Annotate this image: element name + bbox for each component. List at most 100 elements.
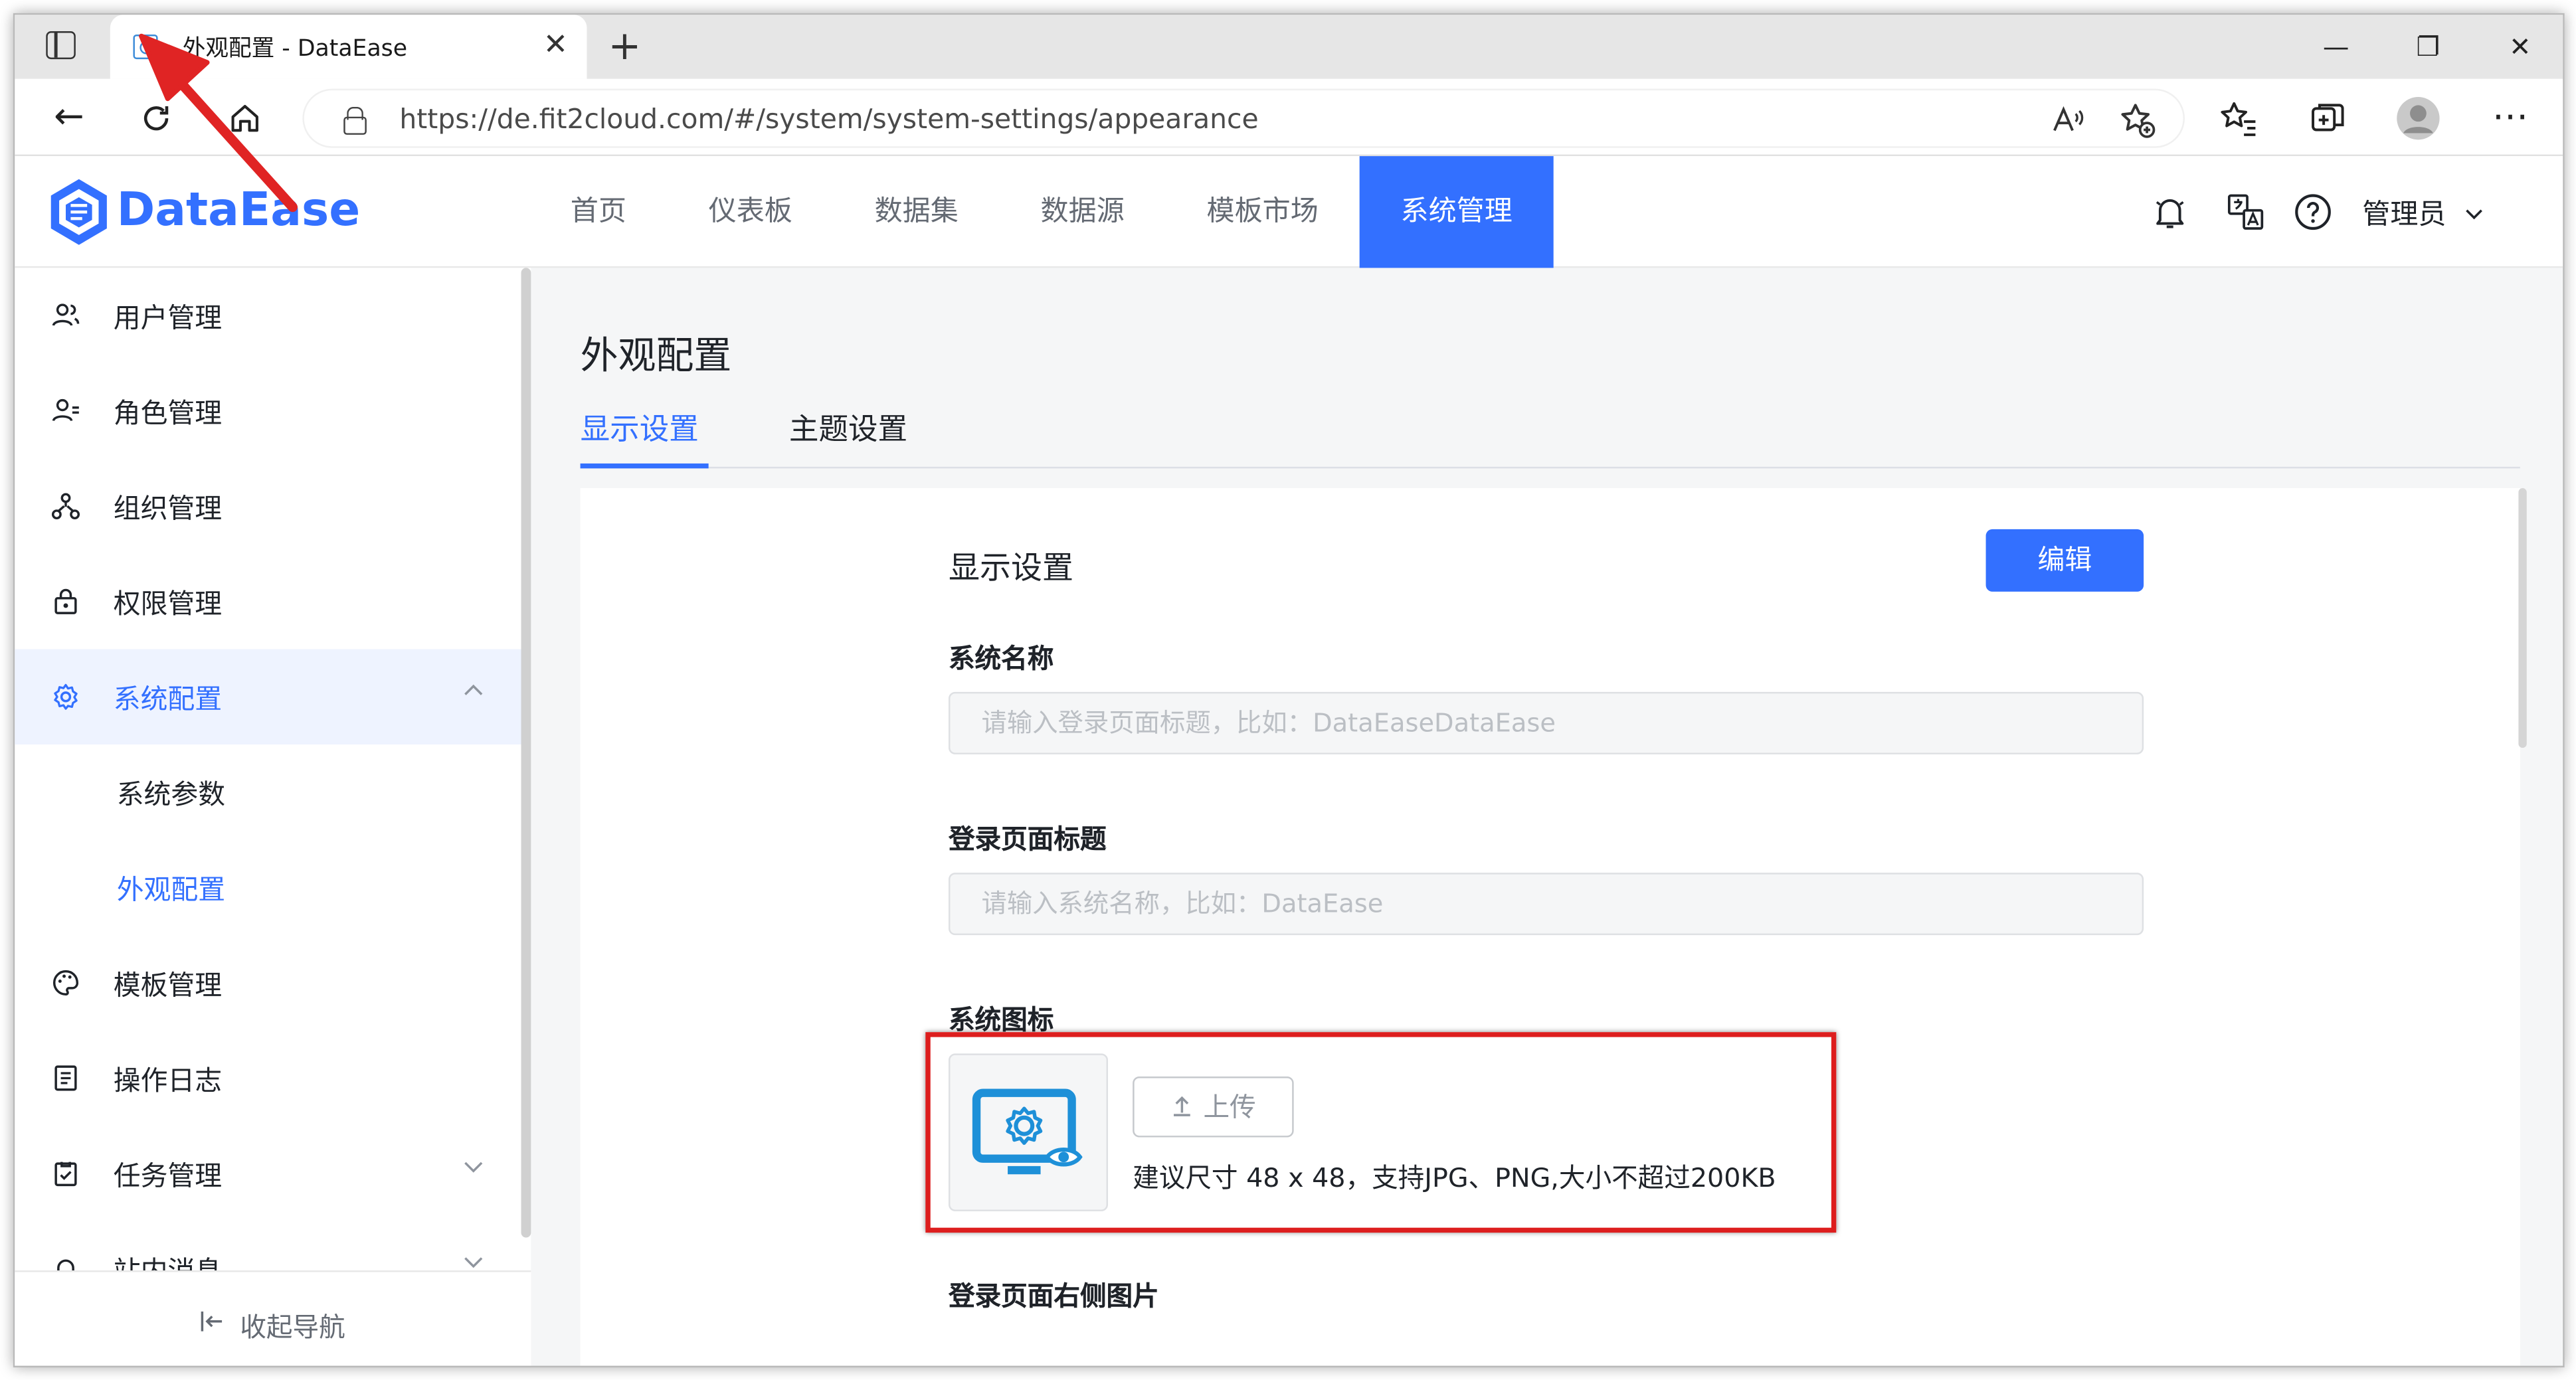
logo-text: DataEase [116, 182, 361, 237]
address-bar[interactable]: https://de.fit2cloud.com/#/system/system… [302, 88, 2185, 148]
sidebar-item-templates[interactable]: 模板管理 [15, 935, 521, 1031]
sidebar-item-label: 模板管理 [113, 970, 223, 1001]
log-icon [54, 1065, 77, 1091]
nav-dashboard[interactable]: 仪表板 [668, 156, 834, 268]
edit-button[interactable]: 编辑 [1985, 529, 2144, 592]
home-button[interactable] [219, 92, 271, 145]
task-icon [54, 1162, 77, 1187]
sidebar-item-permissions[interactable]: 权限管理 [15, 554, 521, 649]
system-icon-label: 系统图标 [948, 1004, 1054, 1036]
content-scrollbar[interactable] [2518, 488, 2527, 748]
login-image-label: 登录页面右侧图片 [948, 1280, 1159, 1312]
translate-icon[interactable] [2226, 193, 2265, 232]
sidebar-item-roles[interactable]: 角色管理 [15, 363, 521, 459]
main-content: 外观配置 显示设置 主题设置 显示设置 编辑 系统名称 登录页面标题 [544, 268, 2563, 1366]
sidebar-item-messages[interactable]: 站内消息 [15, 1221, 521, 1271]
chevron-down-icon [2466, 209, 2483, 220]
collections-icon [2312, 104, 2344, 131]
bell-icon [57, 1259, 74, 1271]
role-icon [52, 398, 79, 422]
sidebar-item-logs[interactable]: 操作日志 [15, 1031, 521, 1126]
nav-template-market[interactable]: 模板市场 [1166, 156, 1360, 268]
logo-hexagon-icon [50, 179, 107, 245]
browser-titlebar: 外观配置 - DataEase ✕ + — ❐ ✕ [15, 15, 2563, 79]
sidebar-item-label: 角色管理 [113, 397, 223, 429]
collections-button[interactable] [2302, 92, 2354, 145]
system-name-label: 系统名称 [948, 642, 1054, 674]
tab-theme-settings[interactable]: 主题设置 [789, 406, 907, 448]
sidebar-item-system-config[interactable]: 系统配置 [15, 649, 521, 745]
sidebar-item-label: 任务管理 [113, 1160, 223, 1192]
close-window-button[interactable]: ✕ [2474, 15, 2563, 79]
sidebar-item-label: 系统参数 [116, 779, 226, 811]
login-title-input[interactable] [950, 874, 2142, 934]
sidebar-item-tasks[interactable]: 任务管理 [15, 1126, 521, 1221]
browser-window: 外观配置 - DataEase ✕ + — ❐ ✕ ← https://de.f… [13, 13, 2565, 1368]
system-name-field[interactable] [948, 691, 2144, 754]
new-tab-button[interactable]: + [600, 23, 649, 72]
tab-title: 外观配置 - DataEase [182, 36, 408, 63]
favorites-icon [2221, 102, 2256, 136]
nav-home[interactable]: 首页 [529, 156, 668, 268]
system-name-input[interactable] [950, 693, 2142, 753]
chevron-up-icon [464, 684, 483, 695]
refresh-icon [144, 106, 169, 131]
favorites-button[interactable] [2213, 92, 2265, 145]
chevron-down-icon [464, 1162, 483, 1173]
help-icon[interactable] [2293, 193, 2332, 232]
org-tree-icon [51, 493, 80, 520]
app-header: DataEase 首页 仪表板 数据集 数据源 模板市场 系统管理 管理员 [15, 156, 2563, 268]
user-name: 管理员 [2362, 199, 2446, 232]
profile-button[interactable] [2392, 92, 2444, 145]
avatar-icon [2397, 97, 2440, 140]
active-tab-indicator [580, 463, 709, 469]
sidebar-item-appearance[interactable]: 外观配置 [15, 840, 521, 936]
sidebar-item-users[interactable]: 用户管理 [15, 268, 521, 363]
settings-card: 显示设置 编辑 系统名称 登录页面标题 系统图标 上传 [580, 488, 2527, 1366]
lock-icon [54, 588, 77, 614]
app-root: DataEase 首页 仪表板 数据集 数据源 模板市场 系统管理 管理员 用户… [15, 156, 2563, 1366]
lock-icon [343, 106, 367, 135]
maximize-button[interactable]: ❐ [2382, 15, 2474, 79]
collapse-icon [201, 1311, 223, 1332]
sidebar-item-org[interactable]: 组织管理 [15, 458, 521, 554]
nav-dataset[interactable]: 数据集 [834, 156, 1000, 268]
sidebar: 用户管理 角色管理 组织管理 权限管理 系统配置 系统参数 外观配置 模板管理 … [15, 268, 531, 1366]
sidebar-item-label: 站内消息 [114, 1249, 222, 1270]
back-button[interactable]: ← [43, 92, 95, 145]
user-group-icon [52, 303, 80, 326]
read-aloud-icon[interactable] [2050, 102, 2086, 137]
page-title: 外观配置 [580, 335, 732, 379]
more-button[interactable]: ⋯ [2484, 92, 2536, 145]
chevron-down-icon [464, 1257, 483, 1268]
home-icon [231, 104, 258, 132]
sidebar-item-label: 用户管理 [113, 302, 223, 334]
sidebar-scrollbar[interactable] [521, 268, 531, 1238]
url-text: https://de.fit2cloud.com/#/system/system… [399, 103, 1259, 135]
sidebar-item-label: 系统配置 [113, 683, 223, 715]
refresh-button[interactable] [130, 92, 183, 145]
nav-system-management[interactable]: 系统管理 [1359, 156, 1554, 268]
collapse-nav-label: 收起导航 [240, 1311, 345, 1343]
gear-icon [54, 683, 78, 710]
section-title: 显示设置 [948, 551, 1074, 587]
settings-tabs: 显示设置 主题设置 [580, 402, 2520, 469]
sidebar-toggle-icon[interactable] [46, 31, 76, 60]
user-menu[interactable]: 管理员 [2362, 191, 2484, 232]
nav-datasource[interactable]: 数据源 [1000, 156, 1166, 268]
browser-toolbar: ← https://de.fit2cloud.com/#/system/syst… [15, 78, 2563, 157]
login-title-label: 登录页面标题 [948, 823, 1107, 855]
tab-display-settings[interactable]: 显示设置 [581, 406, 699, 448]
notification-icon[interactable] [2150, 193, 2189, 232]
browser-tab[interactable]: 外观配置 - DataEase ✕ [110, 15, 587, 79]
palette-icon [52, 970, 79, 995]
tab-close-button[interactable]: ✕ [534, 25, 577, 67]
sidebar-item-system-params[interactable]: 系统参数 [15, 744, 521, 840]
minimize-button[interactable]: — [2290, 15, 2382, 79]
favicon-icon [133, 34, 158, 60]
login-title-field[interactable] [948, 873, 2144, 936]
add-favorite-icon[interactable] [2118, 100, 2157, 139]
sidebar-item-label: 操作日志 [113, 1065, 223, 1096]
highlight-box [925, 1032, 1837, 1233]
collapse-nav-button[interactable]: 收起导航 [15, 1270, 531, 1366]
